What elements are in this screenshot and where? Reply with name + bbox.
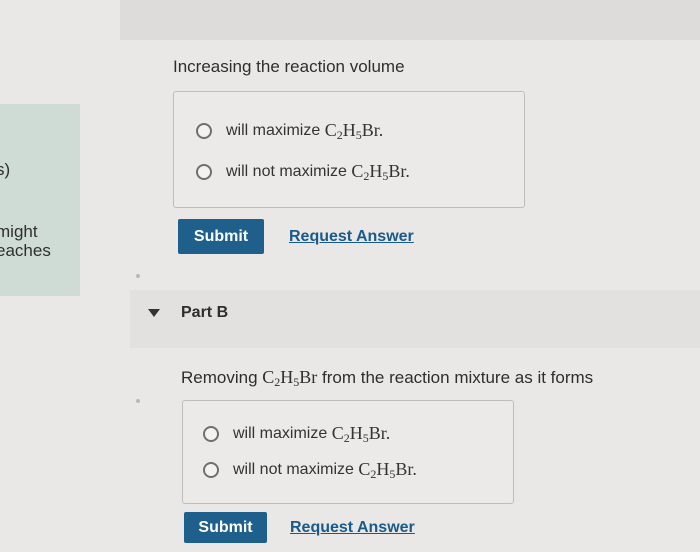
sidebar-fragment-3: eaches xyxy=(0,241,51,260)
left-sidebar-panel xyxy=(0,104,80,296)
part-a-option-2[interactable]: will not maximize C2H5Br. xyxy=(196,161,410,182)
radio-icon[interactable] xyxy=(203,461,219,478)
option-text: will not maximize xyxy=(233,460,354,478)
part-b-option-1[interactable]: will maximize C2H5Br. xyxy=(203,423,390,444)
option-text: will maximize xyxy=(226,121,321,139)
part-b-submit-button[interactable]: Submit xyxy=(184,512,267,543)
formula: C2H5Br. xyxy=(358,459,417,481)
part-b-options-box: will maximize C2H5Br. will not maximize … xyxy=(182,400,514,504)
top-band xyxy=(120,0,700,40)
formula: C2H5Br xyxy=(262,367,318,389)
part-a-option-1[interactable]: will maximize C2H5Br. xyxy=(196,120,383,141)
option-text: will maximize xyxy=(233,424,328,442)
sidebar-fragment-1: s) xyxy=(0,160,11,179)
sidebar-fragment-2: might xyxy=(0,222,38,241)
formula: C2H5Br. xyxy=(331,423,391,445)
part-b-label: Part B xyxy=(181,304,229,321)
radio-icon[interactable] xyxy=(196,122,212,139)
part-b-question: Removing C2H5Br from the reaction mixtur… xyxy=(181,367,594,389)
part-a-submit-button[interactable]: Submit xyxy=(178,219,264,254)
part-a-options-box: will maximize C2H5Br. will not maximize … xyxy=(173,91,525,208)
decorative-dot xyxy=(136,399,140,403)
option-text: will not maximize xyxy=(226,162,347,180)
collapse-caret-icon[interactable] xyxy=(148,309,160,317)
part-b-request-answer-link[interactable]: Request Answer xyxy=(290,519,415,537)
formula: C2H5Br. xyxy=(324,120,384,142)
radio-icon[interactable] xyxy=(196,163,212,180)
decorative-dot xyxy=(136,274,140,278)
part-a-request-answer-link[interactable]: Request Answer xyxy=(289,228,414,246)
radio-icon[interactable] xyxy=(203,425,219,442)
part-b-option-2[interactable]: will not maximize C2H5Br. xyxy=(203,459,417,480)
formula: C2H5Br. xyxy=(351,161,410,183)
part-a-question: Increasing the reaction volume xyxy=(173,57,405,76)
